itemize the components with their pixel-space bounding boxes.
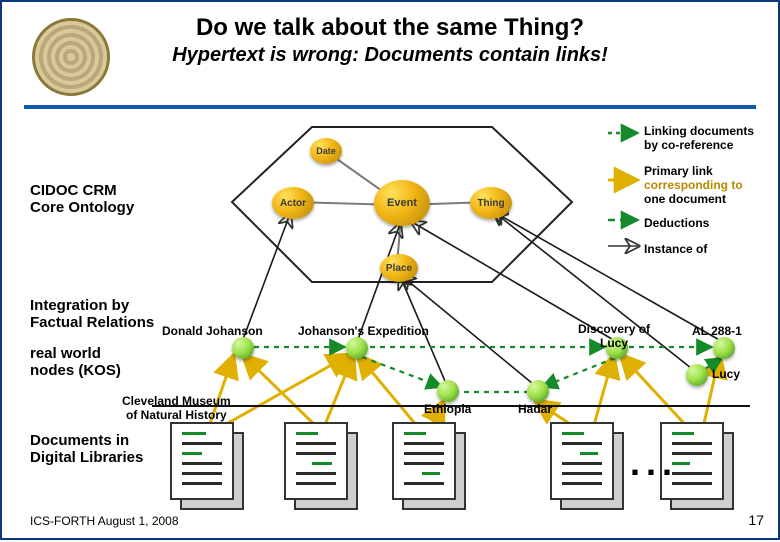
node-al288 [713, 337, 735, 359]
onto-thing: Thing [470, 187, 512, 219]
page-number: 17 [748, 512, 764, 528]
label-documents: Documents in Digital Libraries [30, 432, 143, 467]
doc-2 [284, 422, 358, 510]
label-cleveland: Cleveland Museum of Natural History [122, 394, 231, 422]
legend-primary-line1: Primary link [644, 164, 713, 178]
label-ontology: CIDOC CRM Core Ontology [30, 182, 134, 217]
label-expedition: Johanson's Expedition [298, 324, 429, 338]
doc-4 [550, 422, 624, 510]
onto-actor: Actor [272, 187, 314, 219]
legend-instance: Instance of [644, 242, 707, 256]
label-ethiopia: Ethiopia [424, 402, 471, 416]
doc-1 [170, 422, 244, 510]
node-expedition [346, 337, 368, 359]
slide-subtitle: Hypertext is wrong: Documents contain li… [2, 44, 778, 67]
node-johanson [232, 337, 254, 359]
doc-3 [392, 422, 466, 510]
onto-place: Place [380, 254, 418, 282]
label-realworld: real world nodes (KOS) [30, 345, 121, 380]
label-lucy: Lucy [712, 367, 740, 381]
legend-primary-line3: one document [644, 192, 726, 206]
label-discovery: Discovery of Lucy [578, 322, 650, 350]
node-lucy [686, 364, 708, 386]
legend-coref: Linking documents by co-reference [644, 124, 754, 152]
node-hadar [527, 380, 549, 402]
onto-date: Date [310, 138, 342, 164]
legend-primary-line2: corresponding to [644, 178, 743, 192]
footer-text: ICS-FORTH August 1, 2008 [30, 514, 179, 528]
title-rule [24, 105, 756, 109]
label-johanson: Donald Johanson [162, 324, 263, 338]
legend-primary: Primary link corresponding to one docume… [644, 164, 743, 206]
legend-deductions: Deductions [644, 216, 709, 230]
label-integration: Integration by Factual Relations [30, 297, 154, 332]
ellipsis-icon: ... [630, 442, 678, 484]
onto-event: Event [374, 180, 430, 226]
slide-title: Do we talk about the same Thing? [2, 14, 778, 42]
node-ethiopia [437, 380, 459, 402]
label-hadar: Hadar [518, 402, 552, 416]
forth-logo [32, 18, 110, 96]
label-al288: AL 288-1 [692, 324, 742, 338]
